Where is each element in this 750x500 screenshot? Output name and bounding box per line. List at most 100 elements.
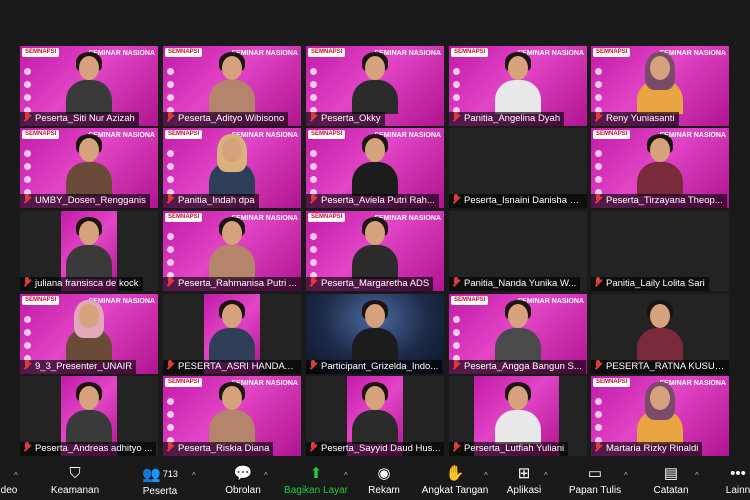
event-logo: SEMNAPSI bbox=[308, 213, 346, 222]
participant-video bbox=[352, 300, 398, 362]
participant-tile[interactable]: PESERTA_ASRI HANDAYANI bbox=[163, 294, 301, 374]
security-button[interactable]: ⛉ Keamanan bbox=[50, 464, 100, 497]
notes-button[interactable]: ▤ Catatan bbox=[648, 464, 694, 497]
participant-tile[interactable]: Panitia_Laily Lolita Sari bbox=[591, 211, 729, 291]
participant-tile[interactable]: SEMNAPSI SEMINAR NASIONA UMBY_Dosen_Rengga… bbox=[20, 128, 158, 208]
participant-name: Peserta_Rahmanisa Putri ... bbox=[163, 277, 301, 291]
chat-icon: 💬 bbox=[233, 465, 253, 482]
participant-video bbox=[352, 217, 398, 279]
event-logo: SEMNAPSI bbox=[308, 130, 346, 139]
chat-label: Obrolan bbox=[225, 485, 261, 496]
raise-hand-button[interactable]: ✋ Angkat Tangan bbox=[420, 464, 490, 497]
participant-name-text: Peserta_Okky bbox=[321, 113, 381, 124]
share-caret-icon[interactable]: ^ bbox=[344, 471, 348, 480]
mic-muted-icon bbox=[594, 112, 602, 122]
participant-name-text: Panitia_Laily Lolita Sari bbox=[606, 278, 705, 289]
participant-tile[interactable]: SEMNAPSI SEMINAR NASIONA Peserta_Siti Nur … bbox=[20, 46, 158, 126]
share-screen-button[interactable]: ⬆ Bagikan Layar bbox=[284, 464, 348, 497]
participant-tile[interactable]: SEMNAPSI SEMINAR NASIONA Peserta_Riskia Di… bbox=[163, 376, 301, 456]
notes-label: Catatan bbox=[653, 485, 689, 496]
mic-muted-icon bbox=[166, 360, 174, 370]
chat-caret-icon[interactable]: ^ bbox=[264, 471, 268, 480]
participant-tile[interactable]: SEMNAPSI SEMINAR NASIONA Reny Yuniasanti bbox=[591, 46, 729, 126]
video-label: deo bbox=[0, 485, 18, 496]
event-logo: SEMNAPSI bbox=[165, 213, 203, 222]
participant-tile[interactable]: SEMNAPSI SEMINAR NASIONA Peserta_Rahmanisa… bbox=[163, 211, 301, 291]
mic-muted-icon bbox=[23, 194, 31, 204]
participant-tile[interactable]: SEMNAPSI SEMINAR NASIONA Martaria Rizky Ri… bbox=[591, 376, 729, 456]
participant-video bbox=[209, 300, 255, 362]
mic-muted-icon bbox=[452, 194, 460, 204]
event-logo: SEMNAPSI bbox=[22, 130, 60, 139]
participant-tile[interactable]: SEMNAPSI SEMINAR NASIONA Peserta_Okky bbox=[306, 46, 444, 126]
mic-muted-icon bbox=[166, 112, 174, 122]
mic-muted-icon bbox=[309, 277, 317, 287]
record-button[interactable]: ◉ Rekam bbox=[362, 464, 406, 497]
meeting-toolbar: deo ^ ⛉ Keamanan 👥 713 Peserta ^ 💬 Obrola… bbox=[0, 462, 750, 500]
participant-tile[interactable]: Panitia_Nanda Yunika W... bbox=[449, 211, 587, 291]
participant-name: Participant_Grizelda_Indo... bbox=[306, 360, 443, 374]
whiteboard-caret-icon[interactable]: ^ bbox=[624, 471, 628, 480]
participant-tile[interactable]: SEMNAPSI SEMINAR NASIONA Panitia_Angelina … bbox=[449, 46, 587, 126]
participants-count: 713 bbox=[162, 469, 178, 479]
participant-video bbox=[352, 52, 398, 114]
more-button[interactable]: ••• Lainn bbox=[722, 464, 750, 497]
whiteboard-button[interactable]: ▭ Papan Tulis bbox=[566, 464, 624, 497]
participant-tile[interactable]: SEMNAPSI SEMINAR NASIONA Peserta_Adityo Wi… bbox=[163, 46, 301, 126]
event-logo: SEMNAPSI bbox=[165, 378, 203, 387]
participant-name-text: Peserta_Riskia Diana bbox=[178, 443, 270, 454]
event-logo: SEMNAPSI bbox=[593, 130, 631, 139]
participant-name-text: Peserta_Tirzayana Theop... bbox=[606, 195, 723, 206]
apps-caret-icon[interactable]: ^ bbox=[544, 471, 548, 480]
participant-video bbox=[209, 52, 255, 114]
mic-muted-icon bbox=[166, 194, 174, 204]
participant-tile[interactable]: SEMNAPSI SEMINAR NASIONA Peserta_Aviela Pu… bbox=[306, 128, 444, 208]
participant-tile[interactable]: SEMNAPSI SEMINAR NASIONA Peserta_Tirzayana… bbox=[591, 128, 729, 208]
participant-name: Perserta_Lutfiah Yuliani bbox=[449, 442, 569, 456]
participant-video bbox=[66, 134, 112, 196]
participant-tile[interactable]: SEMNAPSI SEMINAR NASIONA 9_3_Presenter_UNA… bbox=[20, 294, 158, 374]
chat-button[interactable]: 💬 Obrolan bbox=[218, 464, 268, 497]
raise-hand-caret-icon[interactable]: ^ bbox=[484, 471, 488, 480]
video-caret-icon[interactable]: ^ bbox=[14, 471, 18, 480]
apps-button[interactable]: ⊞ Aplikasi bbox=[500, 464, 548, 497]
participant-tile[interactable]: PESERTA_RATNA KUSUMA bbox=[591, 294, 729, 374]
share-screen-icon: ⬆ bbox=[309, 465, 323, 482]
mic-muted-icon bbox=[594, 194, 602, 204]
mic-muted-icon bbox=[309, 112, 317, 122]
participant-video bbox=[66, 382, 112, 444]
participant-tile[interactable]: Perserta_Lutfiah Yuliani bbox=[449, 376, 587, 456]
participant-video bbox=[209, 382, 255, 444]
event-logo: SEMNAPSI bbox=[165, 130, 203, 139]
hand-icon: ✋ bbox=[445, 465, 465, 482]
mic-muted-icon bbox=[452, 277, 460, 287]
mic-muted-icon bbox=[452, 442, 460, 452]
mic-muted-icon bbox=[594, 277, 602, 287]
participant-tile[interactable]: Participant_Grizelda_Indo... bbox=[306, 294, 444, 374]
video-grid: SEMNAPSI SEMINAR NASIONA Peserta_Siti Nur … bbox=[20, 46, 730, 456]
participant-name: Peserta_Sayyid Daud Hus... bbox=[306, 442, 444, 456]
participant-tile[interactable]: SEMNAPSI SEMINAR NASIONA Peserta_Margareth… bbox=[306, 211, 444, 291]
participant-tile[interactable]: Peserta_Isnaini Danisha C... bbox=[449, 128, 587, 208]
participant-name-text: Peserta_Margaretha ADS bbox=[321, 278, 430, 289]
whiteboard-icon: ▭ bbox=[587, 465, 603, 482]
participant-tile[interactable]: juliana fransisca de kock bbox=[20, 211, 158, 291]
notes-caret-icon[interactable]: ^ bbox=[695, 471, 699, 480]
participant-name-text: Panitia_Angelina Dyah bbox=[464, 113, 561, 124]
event-logo: SEMNAPSI bbox=[308, 48, 346, 57]
participants-caret-icon[interactable]: ^ bbox=[192, 471, 196, 480]
participant-tile[interactable]: SEMNAPSI SEMINAR NASIONA Panitia_Indah dpa bbox=[163, 128, 301, 208]
participants-button[interactable]: 👥 713 Peserta bbox=[135, 464, 185, 498]
participant-name-text: Perserta_Lutfiah Yuliani bbox=[464, 443, 565, 454]
participant-tile[interactable]: Peserta_Andreas adhityo ... bbox=[20, 376, 158, 456]
event-logo: SEMNAPSI bbox=[593, 378, 631, 387]
participant-tile[interactable]: Peserta_Sayyid Daud Hus... bbox=[306, 376, 444, 456]
participant-tile[interactable]: SEMNAPSI SEMINAR NASIONA Peserta_Angga Ban… bbox=[449, 294, 587, 374]
people-icon: 👥 713 bbox=[142, 466, 178, 483]
participant-name-text: Panitia_Indah dpa bbox=[178, 195, 255, 206]
participant-name: PESERTA_RATNA KUSUMA bbox=[591, 360, 729, 374]
participant-name: Panitia_Nanda Yunika W... bbox=[449, 277, 581, 291]
more-label: Lainn bbox=[725, 485, 750, 496]
video-button[interactable]: deo bbox=[0, 464, 18, 496]
record-icon: ◉ bbox=[377, 465, 391, 482]
